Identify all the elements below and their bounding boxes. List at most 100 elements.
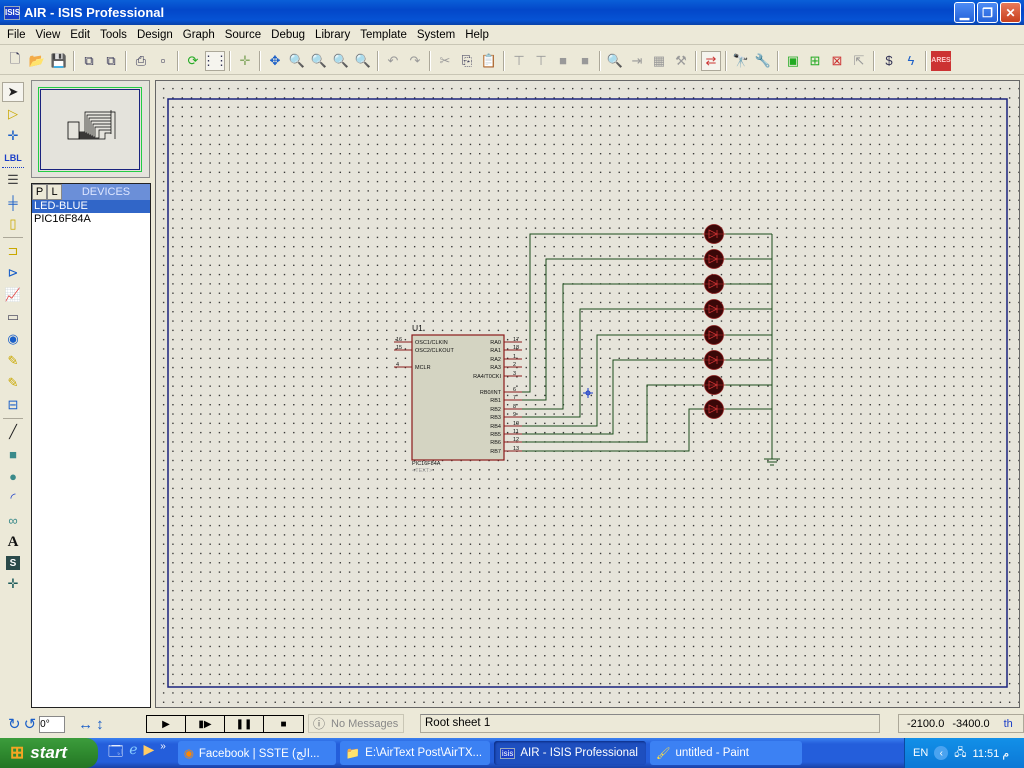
menu-graph[interactable]: Graph: [178, 29, 220, 41]
library-manager-button[interactable]: L: [47, 184, 62, 200]
schematic-canvas[interactable]: U1 PIC16F84A <TEXT> 16 OSC1/CLKIN 15 OSC2/C…: [155, 80, 1020, 708]
restore-button[interactable]: ❐: [977, 2, 998, 23]
make-device-icon[interactable]: ⇥: [627, 51, 647, 71]
led[interactable]: [702, 249, 726, 269]
network-icon[interactable]: 🖧: [954, 744, 966, 763]
task-facebook[interactable]: ◉ Facebook | SSTE (الج...: [177, 741, 336, 765]
markers-2d-icon[interactable]: ✛: [2, 574, 24, 594]
zoom-all-icon[interactable]: 🔍: [331, 51, 351, 71]
quick-launch-more-icon[interactable]: »: [160, 741, 166, 765]
goto-child-icon[interactable]: ⇱: [849, 51, 869, 71]
symbols-2d-icon[interactable]: S: [6, 556, 20, 570]
clock[interactable]: 11:51 م: [973, 747, 1010, 760]
led[interactable]: [702, 224, 726, 244]
menu-view[interactable]: View: [31, 29, 66, 41]
device-pins-icon[interactable]: ⊳: [2, 263, 24, 283]
rotate-clockwise-icon[interactable]: ↻: [8, 715, 21, 733]
rotate-anticlockwise-icon[interactable]: ↺: [24, 715, 37, 733]
current-probe-icon[interactable]: ✎: [2, 373, 24, 393]
ares-icon[interactable]: ARES: [931, 50, 951, 71]
menu-file[interactable]: File: [2, 29, 31, 41]
buses-icon[interactable]: ╪: [2, 192, 24, 212]
tray-expand-icon[interactable]: ‹: [934, 746, 949, 760]
menu-source[interactable]: Source: [220, 29, 266, 41]
terminals-icon[interactable]: ⊐: [2, 241, 24, 261]
text-2d-icon[interactable]: A: [2, 532, 24, 552]
junction-dot-icon[interactable]: ✛: [2, 126, 24, 146]
step-button[interactable]: ▮▶: [186, 716, 225, 732]
wire-autorouter-icon[interactable]: ⇄: [701, 50, 721, 71]
subcircuit-icon[interactable]: ▯: [2, 214, 24, 234]
zoom-out-icon[interactable]: 🔍: [309, 51, 329, 71]
new-sheet-icon[interactable]: ▣: [783, 51, 803, 71]
graph-mode-icon[interactable]: 📈: [2, 285, 24, 305]
bill-of-materials-icon[interactable]: $: [879, 51, 899, 71]
decompose-icon[interactable]: ⚒: [671, 51, 691, 71]
generator-icon[interactable]: ◉: [2, 329, 24, 349]
redo-icon[interactable]: ↷: [405, 51, 425, 71]
undo-icon[interactable]: ↶: [383, 51, 403, 71]
menu-template[interactable]: Template: [355, 29, 412, 41]
selection-mode-icon[interactable]: ➤: [2, 82, 24, 102]
copy-icon[interactable]: ⎘: [457, 51, 477, 71]
internet-explorer-icon[interactable]: ℯ: [129, 741, 137, 765]
mirror-vertical-icon[interactable]: ↕: [96, 716, 104, 733]
play-button[interactable]: ▶: [147, 716, 186, 732]
media-player-icon[interactable]: ▶: [143, 741, 154, 765]
block-move-icon[interactable]: ⊤: [531, 51, 551, 71]
package-icon[interactable]: ▦: [649, 51, 669, 71]
import-icon[interactable]: ⧉: [79, 51, 99, 71]
zoom-in-icon[interactable]: 🔍: [287, 51, 307, 71]
led[interactable]: [702, 399, 726, 419]
voltage-probe-icon[interactable]: ✎: [2, 351, 24, 371]
menu-tools[interactable]: Tools: [95, 29, 132, 41]
device-item[interactable]: PIC16F84A: [32, 213, 150, 226]
device-item[interactable]: LED-BLUE: [32, 200, 150, 213]
refresh-icon[interactable]: ⟳: [183, 51, 203, 71]
tape-recorder-icon[interactable]: ▭: [2, 307, 24, 327]
overview-window[interactable]: [31, 80, 150, 178]
open-icon[interactable]: 📂: [27, 51, 47, 71]
pause-button[interactable]: ❚❚: [225, 716, 264, 732]
menu-library[interactable]: Library: [310, 29, 355, 41]
rotation-angle-input[interactable]: [39, 715, 66, 733]
menu-edit[interactable]: Edit: [65, 29, 95, 41]
remove-sheet-icon[interactable]: ⊠: [827, 51, 847, 71]
print-area-icon[interactable]: ▫: [153, 51, 173, 71]
electrical-rules-icon[interactable]: ϟ: [901, 51, 921, 71]
task-paint[interactable]: 🖌 untitled - Paint: [649, 741, 802, 765]
minimize-button[interactable]: ▁: [954, 2, 975, 23]
line-2d-icon[interactable]: ╱: [2, 422, 24, 442]
box-2d-icon[interactable]: ■: [2, 444, 24, 464]
menu-debug[interactable]: Debug: [266, 29, 310, 41]
print-icon[interactable]: ⎙: [131, 51, 151, 71]
origin-icon[interactable]: ✛: [235, 51, 255, 71]
menu-system[interactable]: System: [412, 29, 460, 41]
block-delete-icon[interactable]: ■: [575, 51, 595, 71]
zoom-area-icon[interactable]: 🔍: [353, 51, 373, 71]
start-button[interactable]: ⊞ start: [0, 738, 98, 768]
path-2d-icon[interactable]: ∞: [2, 510, 24, 530]
component-mode-icon[interactable]: ▷: [2, 104, 24, 124]
wire-label-icon[interactable]: LBL: [2, 148, 24, 168]
show-desktop-icon[interactable]: 🗔: [108, 741, 123, 765]
message-area[interactable]: ⓘ No Messages: [308, 714, 404, 733]
mirror-horizontal-icon[interactable]: ↔: [78, 716, 93, 733]
led[interactable]: [702, 274, 726, 294]
virtual-instruments-icon[interactable]: ⊟: [2, 395, 24, 415]
add-sheet-icon[interactable]: ⊞: [805, 51, 825, 71]
pick-devices-button[interactable]: P: [32, 184, 47, 200]
led[interactable]: [702, 325, 726, 345]
property-tool-icon[interactable]: 🔧: [753, 51, 773, 71]
led[interactable]: [702, 299, 726, 319]
task-isis[interactable]: isis AIR - ISIS Professional: [493, 741, 646, 765]
export-icon[interactable]: ⧉: [101, 51, 121, 71]
circle-2d-icon[interactable]: ●: [2, 466, 24, 486]
cut-icon[interactable]: ✂: [435, 51, 455, 71]
save-icon[interactable]: 💾: [49, 51, 69, 71]
new-icon[interactable]: 🗋: [5, 51, 25, 71]
paste-icon[interactable]: 📋: [479, 51, 499, 71]
block-copy-icon[interactable]: ⊤: [509, 51, 529, 71]
pick-device-icon[interactable]: 🔍: [605, 51, 625, 71]
menu-help[interactable]: Help: [460, 29, 494, 41]
